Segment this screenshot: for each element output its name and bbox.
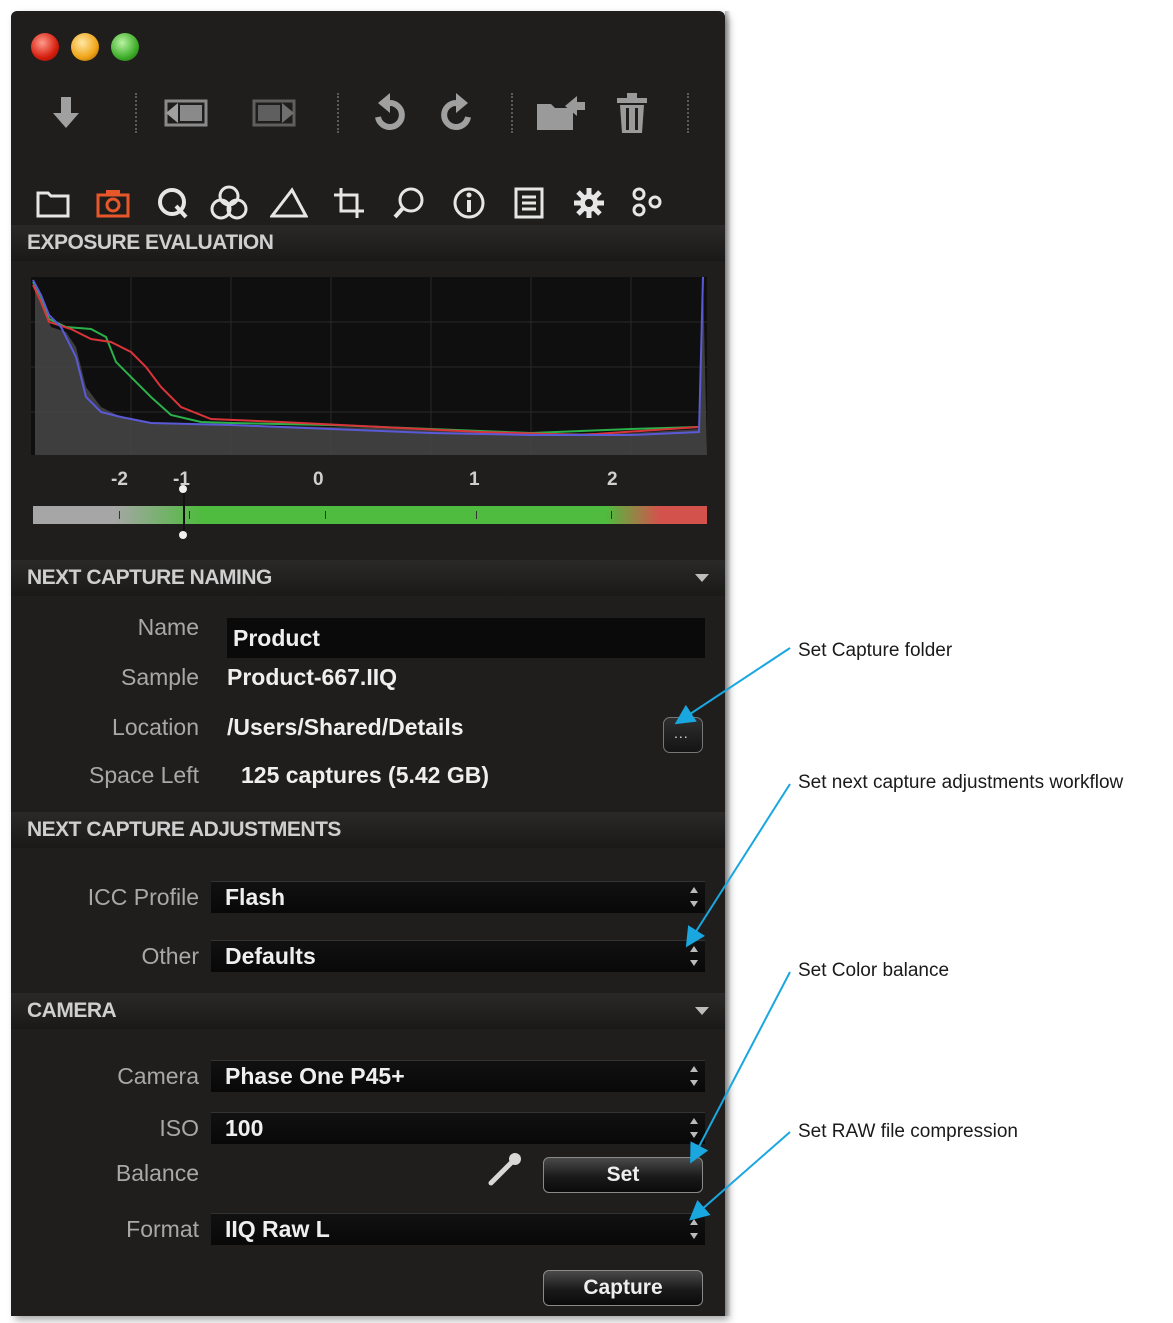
- annotation-adjustments-workflow: Set next capture adjustments workflow: [798, 772, 1124, 793]
- arrow-raw-compression: [688, 1131, 791, 1221]
- arrow-color-balance: [690, 971, 791, 1164]
- arrow-capture-folder: [674, 647, 791, 725]
- arrow-adjustments: [685, 783, 791, 948]
- annotation-raw-compression: Set RAW file compression: [798, 1121, 1018, 1142]
- annotation-capture-folder: Set Capture folder: [798, 640, 953, 661]
- annotation-color-balance: Set Color balance: [798, 960, 950, 981]
